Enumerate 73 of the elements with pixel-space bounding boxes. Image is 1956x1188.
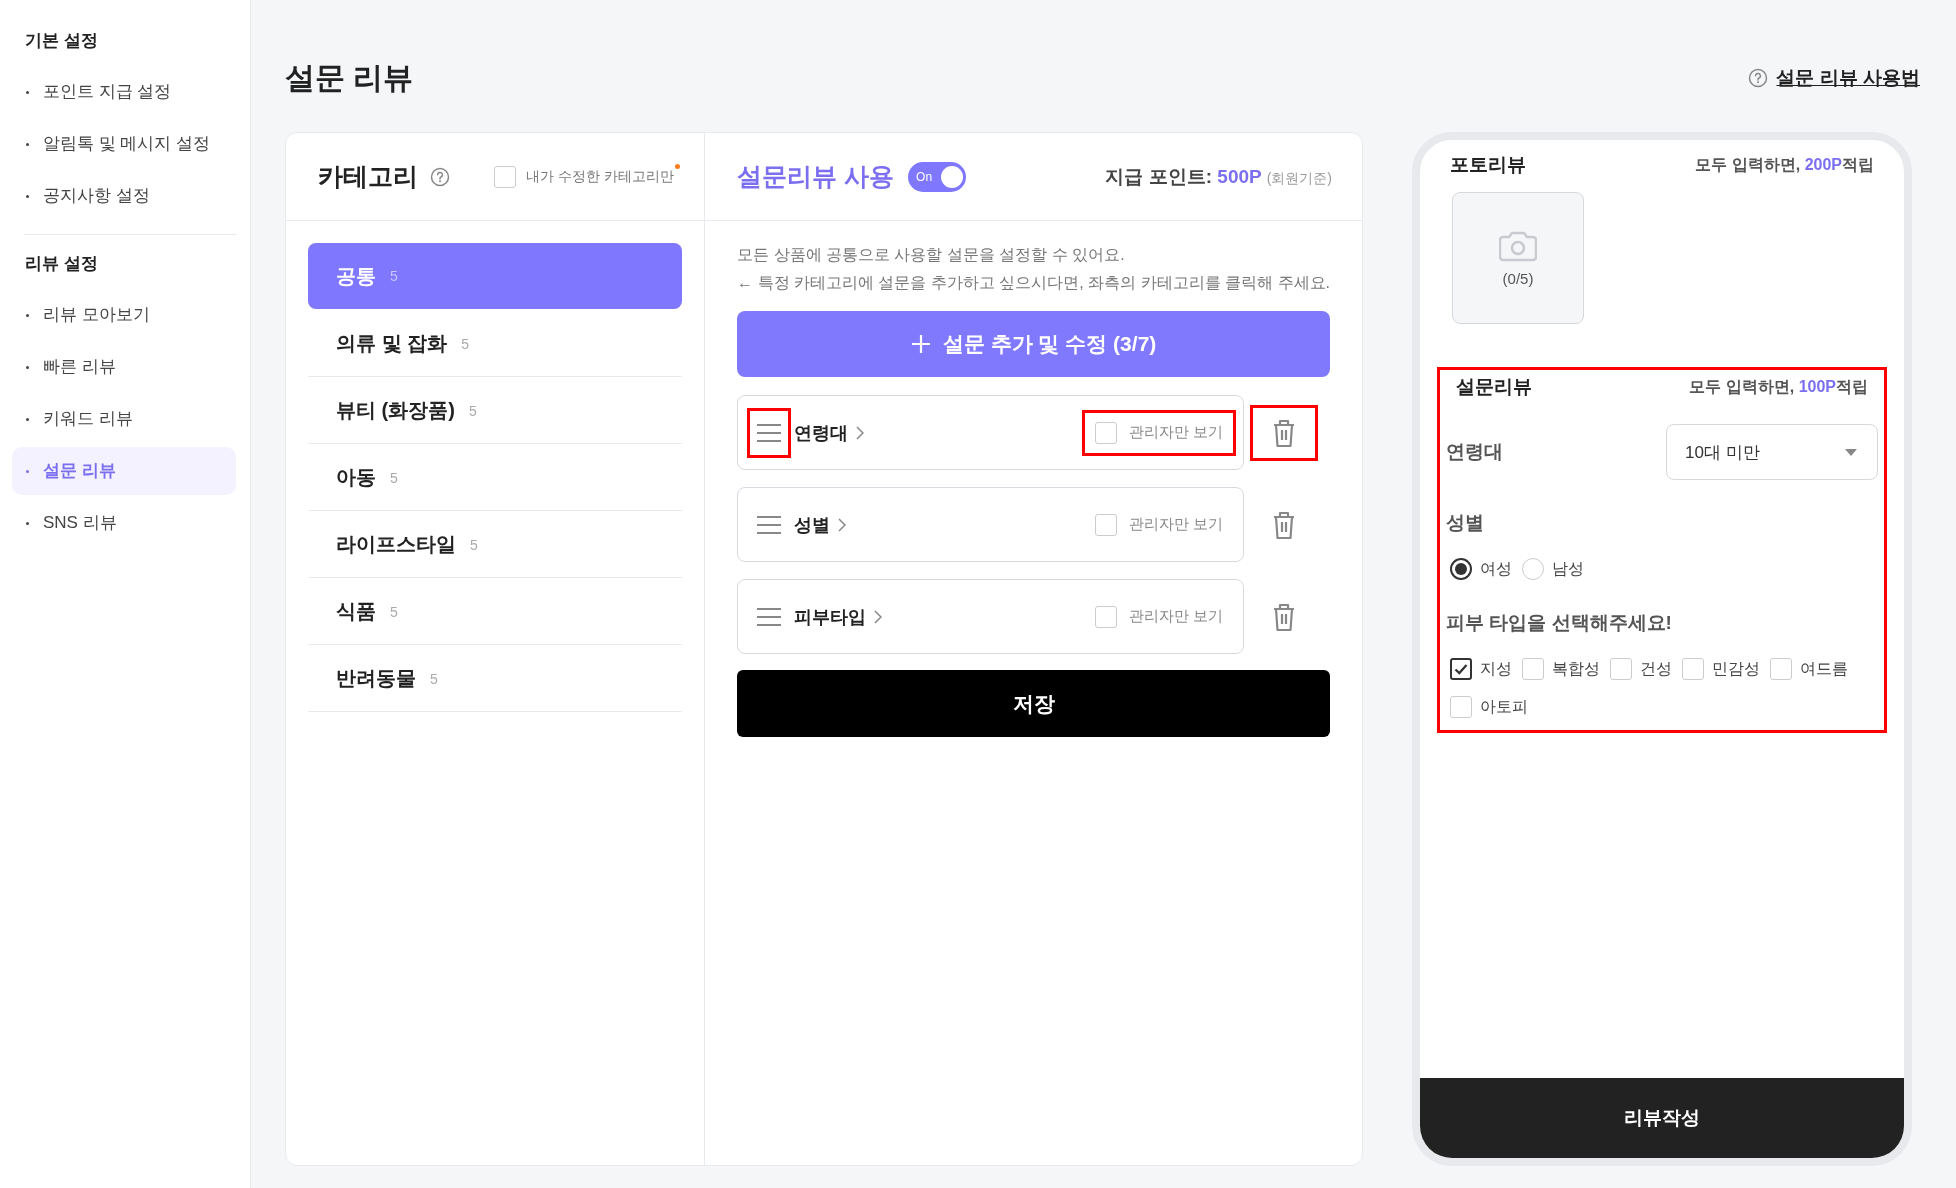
trash-icon — [1272, 601, 1297, 632]
radio-button[interactable] — [1450, 558, 1472, 580]
reward-text: 모두 입력하면, 100P적립 — [1689, 376, 1868, 397]
checkbox[interactable] — [1450, 658, 1472, 680]
option-label: 남성 — [1552, 558, 1584, 579]
sidebar-item[interactable]: 포인트 지급 설정 — [12, 68, 236, 116]
question-name: 연령대 — [794, 420, 865, 445]
filter-checkbox[interactable] — [494, 165, 517, 188]
survey-review-title: 설문리뷰 — [1455, 375, 1532, 399]
save-button[interactable]: 저장 — [737, 670, 1330, 737]
sidebar-item[interactable]: 리뷰 모아보기 — [12, 291, 236, 339]
category-item[interactable]: 반려동물 5 — [308, 646, 683, 712]
checkmark-icon — [1454, 663, 1468, 675]
question-row[interactable]: 피부타입 관리자만 보기 — [737, 579, 1245, 654]
camera-icon — [1499, 229, 1537, 262]
dropdown-caret-icon — [1845, 448, 1857, 456]
write-review-button[interactable]: 리뷰작성 — [1420, 1078, 1904, 1158]
description-text: ← 특정 카테고리에 설문을 추가하고 싶으시다면, 좌측의 카테고리를 클릭해 주세요. — [737, 273, 1330, 293]
question-label: 연령대 — [1446, 440, 1503, 464]
drag-handle-icon[interactable] — [750, 410, 789, 455]
trash-icon — [1272, 509, 1297, 540]
category-item[interactable]: 뷰티 (화장품) 5 — [308, 378, 683, 444]
option-label: 아토피 — [1480, 696, 1528, 717]
option-label: 민감성 — [1712, 658, 1760, 679]
question-row[interactable]: 연령대 관리자만 보기 — [737, 395, 1245, 470]
category-item[interactable]: 식품 5 — [308, 579, 683, 645]
sidebar-item[interactable]: 알림톡 및 메시지 설정 — [12, 120, 236, 168]
option-label: 복합성 — [1552, 658, 1600, 679]
question-name: 피부타입 — [794, 604, 883, 629]
option-label: 여성 — [1480, 558, 1512, 579]
age-select[interactable]: 10대 미만 — [1666, 424, 1878, 480]
option-label: 지성 — [1480, 658, 1512, 679]
admin-only-label: 관리자만 보기 — [1128, 423, 1224, 442]
sidebar-item[interactable]: SNS 리뷰 — [12, 499, 236, 547]
chevron-right-icon — [838, 517, 847, 532]
chevron-right-icon — [874, 609, 883, 624]
plus-icon — [910, 334, 931, 354]
help-icon[interactable] — [1748, 68, 1769, 88]
photo-upload-box[interactable]: (0/5) — [1452, 192, 1584, 324]
question-row[interactable]: 성별 관리자만 보기 — [737, 487, 1245, 562]
category-item[interactable]: 아동 5 — [308, 445, 683, 511]
admin-only-checkbox[interactable] — [1094, 421, 1117, 444]
sidebar-item[interactable]: 공지사항 설정 — [12, 172, 236, 220]
sidebar-item[interactable]: 설문 리뷰 — [12, 447, 236, 495]
help-icon[interactable] — [430, 166, 450, 187]
category-item[interactable]: 라이프스타일 5 — [308, 512, 683, 578]
delete-button[interactable] — [1253, 407, 1316, 458]
question-name: 성별 — [794, 512, 847, 537]
description-text: 모든 상품에 공통으로 사용할 설문을 설정할 수 있어요. — [737, 245, 1126, 265]
sidebar-item[interactable]: 키워드 리뷰 — [12, 395, 236, 443]
sidebar-section-title: 기본 설정 — [24, 30, 99, 52]
toggle-switch[interactable]: On — [908, 161, 967, 192]
reward-text: 모두 입력하면, 200P적립 — [1695, 154, 1874, 175]
sidebar-item[interactable]: 빠른 리뷰 — [12, 343, 236, 391]
admin-only-checkbox[interactable] — [1094, 605, 1117, 628]
admin-only-label: 관리자만 보기 — [1128, 515, 1224, 534]
sidebar-section-title: 리뷰 설정 — [24, 253, 99, 275]
category-item[interactable]: 공통 5 — [308, 243, 683, 309]
option-label: 건성 — [1640, 658, 1672, 679]
filter-label: 내가 수정한 카테고리만 — [526, 167, 681, 186]
category-item[interactable]: 의류 및 잡화 5 — [308, 311, 683, 377]
admin-only-checkbox[interactable] — [1094, 513, 1117, 536]
category-title: 카테고리 — [318, 161, 418, 192]
admin-only-label: 관리자만 보기 — [1128, 607, 1224, 626]
option-label: 여드름 — [1800, 658, 1848, 679]
page-title: 설문 리뷰 — [285, 59, 414, 96]
points-info: 지급 포인트: 500P (회원기준) — [1105, 164, 1332, 189]
survey-title: 설문리뷰 사용 — [737, 161, 895, 192]
photo-review-title: 포토리뷰 — [1449, 153, 1526, 177]
question-label: 피부 타입을 선택해주세요! — [1446, 612, 1672, 633]
chevron-right-icon — [856, 425, 865, 440]
question-label: 성별 — [1446, 512, 1484, 533]
trash-icon — [1272, 417, 1297, 448]
